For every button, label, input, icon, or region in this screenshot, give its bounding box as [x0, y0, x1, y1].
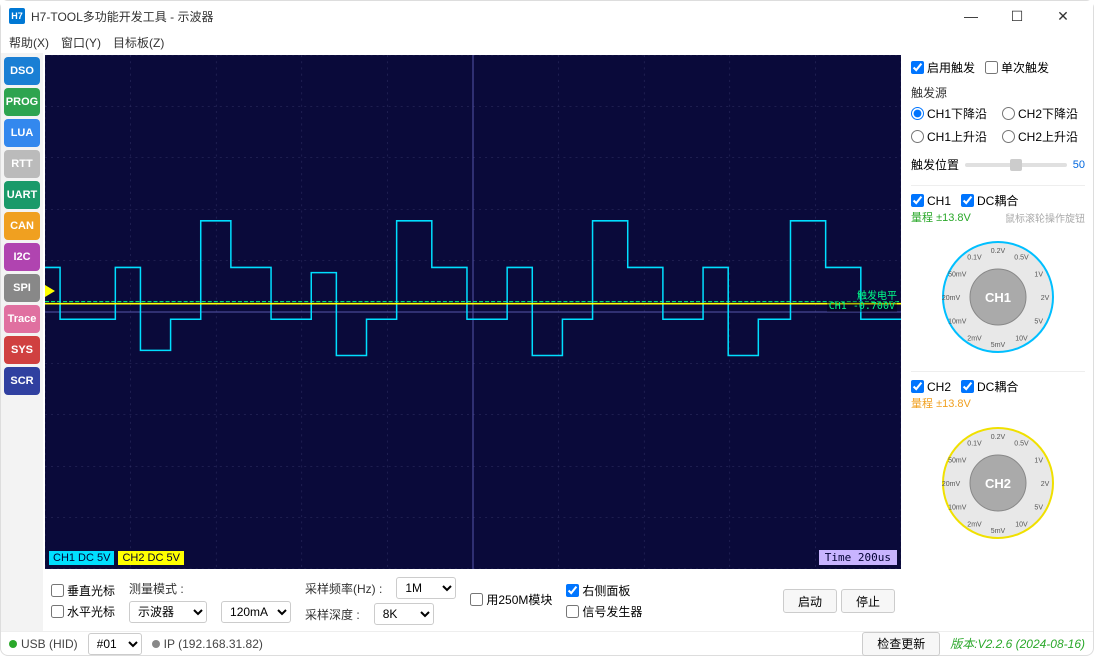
svg-text:20mV: 20mV	[942, 295, 961, 302]
svg-text:1V: 1V	[1034, 458, 1043, 465]
trigger-ch1-rising-radio[interactable]: CH1上升沿	[911, 128, 994, 145]
ch2-enable-checkbox[interactable]: CH2	[911, 380, 951, 394]
dial-hint: 鼠标滚轮操作旋钮	[1005, 210, 1085, 225]
use-250m-checkbox[interactable]: 用250M模块	[470, 591, 552, 608]
svg-text:10V: 10V	[1015, 336, 1028, 343]
version-label: 版本:V2.2.6 (2024-08-16)	[950, 635, 1085, 652]
start-button[interactable]: 启动	[783, 589, 837, 613]
trigger-arrow-icon[interactable]	[45, 285, 55, 297]
svg-text:1V: 1V	[1034, 272, 1043, 279]
ip-status-dot-icon	[152, 640, 160, 648]
tool-can[interactable]: CAN	[4, 212, 40, 240]
svg-text:2V: 2V	[1041, 481, 1050, 488]
ch2-range-label: 量程 ±13.8V	[911, 395, 971, 411]
svg-text:2V: 2V	[1041, 295, 1050, 302]
enable-trigger-checkbox[interactable]: 启用触发	[911, 59, 975, 76]
sample-depth-label: 采样深度 :	[305, 606, 360, 623]
svg-text:CH1: CH1	[985, 290, 1011, 305]
maximize-button[interactable]: ☐	[995, 2, 1039, 30]
ip-status: IP (192.168.31.82)	[152, 637, 263, 651]
tool-lua[interactable]: LUA	[4, 119, 40, 147]
ch1-range-label: 量程 ±13.8V	[911, 209, 971, 225]
check-update-button[interactable]: 检查更新	[862, 632, 940, 656]
tool-rtt[interactable]: RTT	[4, 150, 40, 178]
sample-rate-label: 采样频率(Hz) :	[305, 580, 382, 597]
ch2-scale-label: CH2 DC 5V	[118, 551, 183, 565]
right-panel: 启用触发 单次触发 触发源 CH1下降沿 CH2下降沿 CH1上升沿 CH2上升…	[903, 53, 1093, 631]
tool-dso[interactable]: DSO	[4, 57, 40, 85]
svg-text:5mV: 5mV	[991, 342, 1006, 349]
svg-text:0.5V: 0.5V	[1014, 440, 1029, 447]
tool-i2c[interactable]: I2C	[4, 243, 40, 271]
usb-status-dot-icon	[9, 640, 17, 648]
ch1-scale-label: CH1 DC 5V	[49, 551, 114, 565]
close-button[interactable]: ✕	[1041, 2, 1085, 30]
svg-text:2mV: 2mV	[967, 522, 982, 529]
stop-button[interactable]: 停止	[841, 589, 895, 613]
ch1-reading: CH1 -0.700V	[827, 301, 897, 312]
scope-area: 触发电平 CH1 -0.700V CH1 DC 5V CH2 DC 5V Tim…	[43, 53, 903, 571]
trigger-position-slider[interactable]	[965, 163, 1067, 167]
svg-text:0.1V: 0.1V	[967, 440, 982, 447]
tool-spi[interactable]: SPI	[4, 274, 40, 302]
menu-help[interactable]: 帮助(X)	[9, 34, 49, 51]
tool-prog[interactable]: PROG	[4, 88, 40, 116]
timebase-label: Time 200us	[819, 550, 897, 565]
menu-window[interactable]: 窗口(Y)	[61, 34, 101, 51]
usb-status: USB (HID)	[9, 637, 78, 651]
svg-text:2mV: 2mV	[967, 336, 982, 343]
svg-text:0.2V: 0.2V	[991, 434, 1006, 441]
trigger-source-label: 触发源	[911, 84, 1085, 101]
svg-text:20mV: 20mV	[942, 481, 961, 488]
current-range-select[interactable]: 120mA	[221, 601, 291, 623]
menubar: 帮助(X) 窗口(Y) 目标板(Z)	[1, 31, 1093, 53]
menu-target[interactable]: 目标板(Z)	[113, 34, 164, 51]
left-toolbar: DSO PROG LUA RTT UART CAN I2C SPI Trace SYS SCR	[1, 53, 43, 631]
sample-rate-select[interactable]: 1M	[396, 577, 456, 599]
single-trigger-checkbox[interactable]: 单次触发	[985, 59, 1049, 76]
minimize-button[interactable]: —	[949, 2, 993, 30]
svg-text:0.5V: 0.5V	[1014, 254, 1029, 261]
svg-text:50mV: 50mV	[948, 272, 967, 279]
signal-generator-checkbox[interactable]: 信号发生器	[566, 603, 642, 620]
tool-scr[interactable]: SCR	[4, 367, 40, 395]
scope-canvas[interactable]: 触发电平 CH1 -0.700V CH1 DC 5V CH2 DC 5V Tim…	[45, 55, 901, 569]
ch1-dc-coupling-checkbox[interactable]: DC耦合	[961, 192, 1018, 209]
svg-text:10V: 10V	[1015, 522, 1028, 529]
right-panel-checkbox[interactable]: 右侧面板	[566, 582, 630, 599]
sample-depth-select[interactable]: 8K	[374, 603, 434, 625]
measure-mode-select[interactable]: 示波器	[129, 601, 207, 623]
svg-text:5mV: 5mV	[991, 528, 1006, 535]
tool-uart[interactable]: UART	[4, 181, 40, 209]
titlebar: H7 H7-TOOL多功能开发工具 - 示波器 — ☐ ✕	[1, 1, 1093, 31]
statusbar: USB (HID) #01 IP (192.168.31.82) 检查更新 版本…	[1, 631, 1093, 655]
tool-sys[interactable]: SYS	[4, 336, 40, 364]
svg-text:10mV: 10mV	[948, 319, 967, 326]
trigger-ch1-falling-radio[interactable]: CH1下降沿	[911, 105, 994, 122]
ch2-dc-coupling-checkbox[interactable]: DC耦合	[961, 378, 1018, 395]
trigger-ch2-rising-radio[interactable]: CH2上升沿	[1002, 128, 1085, 145]
ch1-enable-checkbox[interactable]: CH1	[911, 194, 951, 208]
svg-text:5V: 5V	[1034, 319, 1043, 326]
horizontal-cursor-checkbox[interactable]: 水平光标	[51, 603, 115, 620]
ch2-range-dial[interactable]: CH2 10mV 20mV 50mV 0.1V 0.2V 0.5V 1V 2V 5V 10V 5mV 2…	[923, 415, 1073, 545]
window-title: H7-TOOL多功能开发工具 - 示波器	[31, 8, 949, 25]
svg-text:10mV: 10mV	[948, 505, 967, 512]
trigger-position-label: 触发位置	[911, 156, 959, 173]
app-icon: H7	[9, 8, 25, 24]
vertical-cursor-checkbox[interactable]: 垂直光标	[51, 582, 115, 599]
trigger-level-label: 触发电平	[857, 287, 897, 302]
measure-mode-label: 测量模式 :	[129, 580, 184, 597]
svg-text:0.1V: 0.1V	[967, 254, 982, 261]
svg-text:50mV: 50mV	[948, 458, 967, 465]
port-select[interactable]: #01	[88, 633, 142, 655]
trigger-ch2-falling-radio[interactable]: CH2下降沿	[1002, 105, 1085, 122]
svg-text:0.2V: 0.2V	[991, 248, 1006, 255]
svg-text:CH2: CH2	[985, 476, 1011, 491]
ch1-range-dial[interactable]: CH1 10mV 20mV 50mV 0.1V 0.2V 0.5V 1V 2V 5V 10V 5mV 2…	[923, 229, 1073, 359]
controls-panel: 垂直光标 水平光标 测量模式 : 示波器 120mA 采样频率(Hz) : 1M	[43, 571, 903, 631]
svg-text:5V: 5V	[1034, 505, 1043, 512]
tool-trace[interactable]: Trace	[4, 305, 40, 333]
trigger-position-value: 50	[1073, 159, 1085, 171]
